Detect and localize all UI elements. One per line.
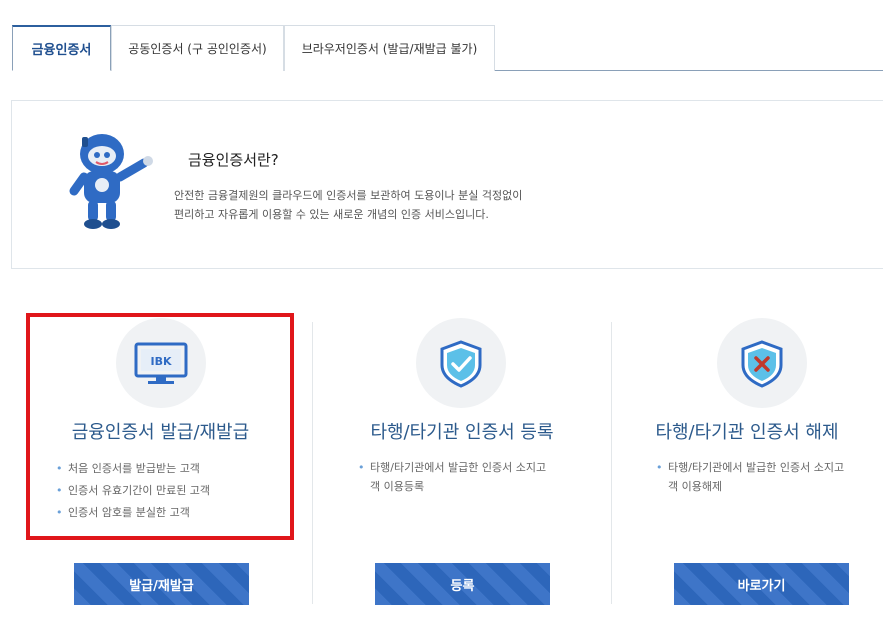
info-desc-line-1: 안전한 금융결제원의 클라우드에 인증서를 보관하여 도용이나 분실 걱정없이 xyxy=(174,189,523,202)
card-desc-line-2: 객 이용해제 xyxy=(668,480,723,493)
issue-reissue-button[interactable]: 발급/재발급 xyxy=(74,563,249,605)
card-unregister: 타행/타기관 인증서 해제 타행/타기관에서 발급한 인증서 소지고 객 이용해… xyxy=(611,318,883,608)
info-desc-line-2: 편리하고 자유롭게 이용할 수 있는 새로운 개념의 인증 서비스입니다. xyxy=(174,208,489,221)
card-title: 타행/타기관 인증서 해제 xyxy=(655,422,839,443)
card-desc-line-1: 타행/타기관에서 발급한 인증서 소지고 xyxy=(668,461,845,474)
shield-x-icon xyxy=(741,340,783,388)
card-icon-circle xyxy=(416,318,506,408)
info-box: 금융인증서란? 안전한 금융결제원의 클라우드에 인증서를 보관하여 도용이나 … xyxy=(11,100,883,269)
tab-bar: 금융인증서 공동인증서 (구 공인인증서) 브라우저인증서 (발급/재발급 불가… xyxy=(12,25,883,71)
info-title: 금융인증서란? xyxy=(188,151,279,169)
card-register: 타행/타기관 인증서 등록 타행/타기관에서 발급한 인증서 소지고 객 이용등… xyxy=(313,318,611,608)
highlight-box xyxy=(26,313,294,540)
tab-financial-certificate[interactable]: 금융인증서 xyxy=(12,25,111,71)
card-title: 타행/타기관 인증서 등록 xyxy=(370,422,554,443)
card-description: 타행/타기관에서 발급한 인증서 소지고 객 이용등록 xyxy=(358,458,546,496)
tab-joint-certificate[interactable]: 공동인증서 (구 공인인증서) xyxy=(111,25,284,71)
mascot-robot-icon xyxy=(69,134,153,229)
register-button[interactable]: 등록 xyxy=(375,563,550,605)
shield-check-icon xyxy=(440,340,482,388)
card-description: 타행/타기관에서 발급한 인증서 소지고 객 이용해제 xyxy=(656,458,844,496)
card-icon-circle xyxy=(717,318,807,408)
card-desc-line-1: 타행/타기관에서 발급한 인증서 소지고 xyxy=(370,461,547,474)
card-desc-line-2: 객 이용등록 xyxy=(370,480,425,493)
go-button[interactable]: 바로가기 xyxy=(674,563,849,605)
info-description: 안전한 금융결제원의 클라우드에 인증서를 보관하여 도용이나 분실 걱정없이 … xyxy=(174,186,522,224)
tab-browser-certificate[interactable]: 브라우저인증서 (발급/재발급 불가) xyxy=(284,25,495,71)
